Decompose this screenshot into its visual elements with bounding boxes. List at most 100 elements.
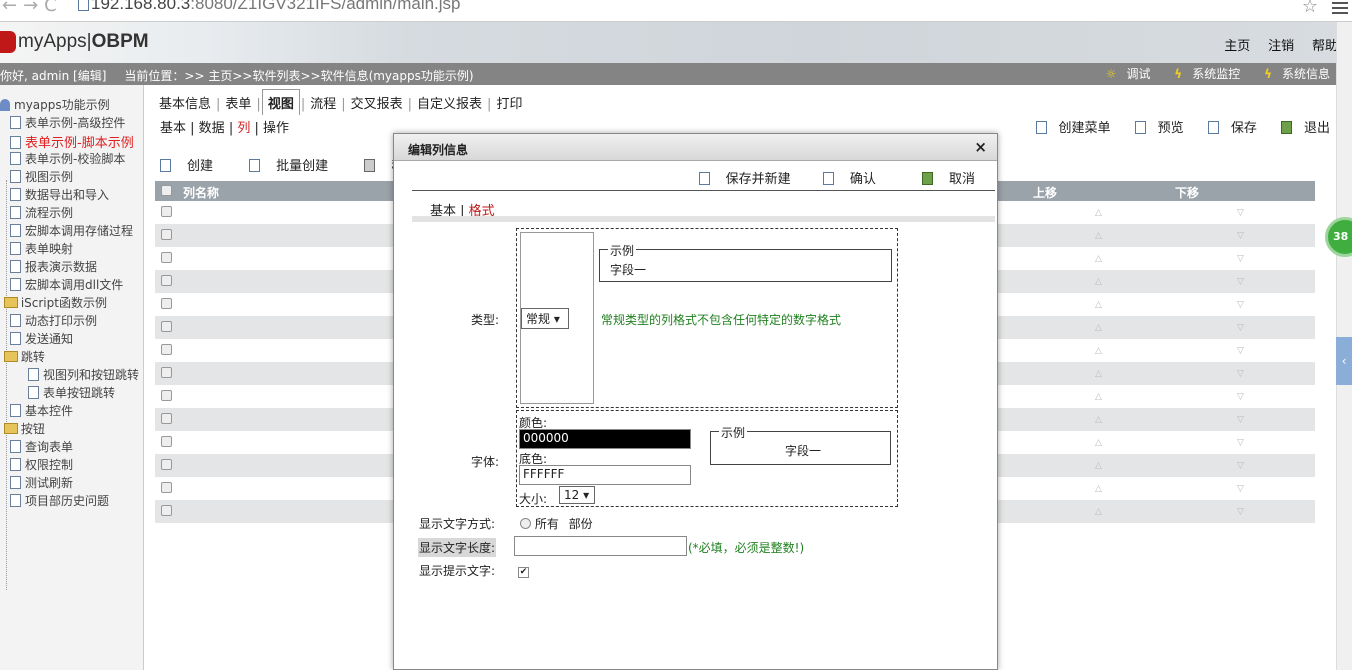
move-up-icon[interactable]: △ — [1095, 461, 1102, 471]
tree-root[interactable]: myapps功能示例 — [0, 96, 110, 114]
move-down-icon[interactable]: ▽ — [1237, 346, 1244, 356]
subtab-action[interactable]: 操作 — [263, 121, 289, 136]
row-checkbox[interactable] — [161, 321, 172, 332]
row-checkbox[interactable] — [161, 344, 172, 355]
tree-item[interactable]: 查询表单 — [10, 438, 73, 456]
batch-create-button[interactable]: 批量创建 — [249, 159, 344, 174]
status-badge[interactable]: 38 — [1325, 217, 1352, 257]
create-button[interactable]: 创建 — [160, 159, 229, 174]
save-and-new-button[interactable]: 保存并新建 — [685, 172, 791, 187]
row-checkbox[interactable] — [161, 482, 172, 493]
tab-form[interactable]: 表单 — [221, 90, 255, 115]
tree-item-selected[interactable]: 表单示例-脚本示例 — [10, 132, 134, 151]
row-checkbox[interactable] — [161, 229, 172, 240]
move-down-icon[interactable]: ▽ — [1237, 484, 1244, 494]
tree-item[interactable]: 流程示例 — [10, 204, 73, 222]
confirm-button[interactable]: 确认 — [809, 172, 876, 187]
row-checkbox[interactable] — [161, 252, 172, 263]
close-icon[interactable]: × — [974, 138, 987, 156]
move-down-icon[interactable]: ▽ — [1237, 507, 1244, 517]
url-field[interactable]: 192.168.80.3:8080/Z1IGV321IFS/admin/main… — [78, 0, 461, 14]
nav-help-link[interactable]: 帮助 — [1312, 39, 1338, 54]
subtab-data[interactable]: 数据 — [199, 121, 225, 136]
move-down-icon[interactable]: ▽ — [1237, 415, 1244, 425]
tree-folder[interactable]: 按钮 — [0, 420, 45, 438]
subtab-column[interactable]: 列 — [237, 121, 250, 136]
color-input[interactable]: 000000 — [519, 429, 691, 449]
exit-button[interactable]: 退出 — [1271, 121, 1330, 136]
tree-item[interactable]: 权限控制 — [10, 456, 73, 474]
system-monitor-link[interactable]: ϟ 系统监控 — [1164, 67, 1240, 81]
row-checkbox[interactable] — [161, 206, 172, 217]
type-select[interactable]: 常规 ▾ — [521, 308, 569, 329]
browser-menu-icon[interactable] — [1332, 2, 1348, 14]
move-down-icon[interactable]: ▽ — [1237, 254, 1244, 264]
side-panel-handle[interactable]: ‹ — [1336, 337, 1352, 385]
tree-item[interactable]: 测试刷新 — [10, 474, 73, 492]
tab-view[interactable]: 视图 — [261, 89, 300, 115]
tree-item[interactable]: 宏脚本调用dll文件 — [10, 276, 123, 294]
tree-item[interactable]: 表单按钮跳转 — [28, 384, 115, 402]
move-down-icon[interactable]: ▽ — [1237, 208, 1244, 218]
move-up-icon[interactable]: △ — [1095, 254, 1102, 264]
move-up-icon[interactable]: △ — [1095, 415, 1102, 425]
move-down-icon[interactable]: ▽ — [1237, 231, 1244, 241]
move-up-icon[interactable]: △ — [1095, 369, 1102, 379]
move-up-icon[interactable]: △ — [1095, 231, 1102, 241]
move-down-icon[interactable]: ▽ — [1237, 300, 1244, 310]
radio-part[interactable]: 部份 — [569, 517, 593, 531]
nav-home-link[interactable]: 主页 — [1224, 39, 1250, 54]
create-menu-button[interactable]: 创建菜单 — [1026, 121, 1111, 136]
tree-item[interactable]: 表单示例-校验脚本 — [10, 150, 125, 168]
tab-print[interactable]: 打印 — [492, 90, 526, 115]
tree-item[interactable]: 报表演示数据 — [10, 258, 97, 276]
move-up-icon[interactable]: △ — [1095, 208, 1102, 218]
tab-cross-report[interactable]: 交叉报表 — [347, 90, 407, 115]
move-down-icon[interactable]: ▽ — [1237, 461, 1244, 471]
move-down-icon[interactable]: ▽ — [1237, 369, 1244, 379]
move-down-icon[interactable]: ▽ — [1237, 277, 1244, 287]
move-up-icon[interactable]: △ — [1095, 300, 1102, 310]
display-tip-checkbox[interactable]: ✔ — [518, 562, 529, 578]
tree-item[interactable]: 表单映射 — [10, 240, 73, 258]
bg-color-input[interactable]: FFFFFF — [519, 465, 691, 485]
tree-item[interactable]: 数据导出和导入 — [10, 186, 109, 204]
size-select[interactable]: 12 ▾ — [559, 486, 595, 504]
subtab-basic[interactable]: 基本 — [160, 121, 186, 136]
user-greeting[interactable]: 你好, admin [编辑] — [0, 69, 106, 83]
tree-item[interactable]: 表单示例-高级控件 — [10, 114, 125, 132]
row-checkbox[interactable] — [161, 436, 172, 447]
row-checkbox[interactable] — [161, 413, 172, 424]
row-checkbox[interactable] — [161, 505, 172, 516]
tree-item[interactable]: 发送通知 — [10, 330, 73, 348]
move-up-icon[interactable]: △ — [1095, 484, 1102, 494]
system-info-link[interactable]: ϟ 系统信息 — [1254, 67, 1330, 81]
tree-item[interactable]: 视图示例 — [10, 168, 73, 186]
move-down-icon[interactable]: ▽ — [1237, 323, 1244, 333]
bookmark-star-icon[interactable]: ☆ — [1302, 0, 1318, 17]
display-length-input[interactable] — [514, 536, 687, 556]
select-all-checkbox[interactable] — [161, 185, 172, 196]
tree-item[interactable]: 视图列和按钮跳转 — [28, 366, 139, 384]
tree-folder[interactable]: 跳转 — [0, 348, 45, 366]
tree-item[interactable]: 基本控件 — [10, 402, 73, 420]
nav-logout-link[interactable]: 注销 — [1268, 39, 1294, 54]
save-button[interactable]: 保存 — [1198, 121, 1257, 136]
row-checkbox[interactable] — [161, 390, 172, 401]
move-up-icon[interactable]: △ — [1095, 438, 1102, 448]
row-checkbox[interactable] — [161, 459, 172, 470]
tree-folder[interactable]: iScript函数示例 — [0, 294, 107, 312]
browser-nav-icons[interactable]: ←→C — [2, 0, 63, 16]
tree-item[interactable]: 动态打印示例 — [10, 312, 97, 330]
preview-button[interactable]: 预览 — [1125, 121, 1184, 136]
row-checkbox[interactable] — [161, 298, 172, 309]
row-checkbox[interactable] — [161, 367, 172, 378]
cancel-button[interactable]: 取消 — [908, 172, 975, 187]
tab-custom-report[interactable]: 自定义报表 — [413, 90, 486, 115]
move-up-icon[interactable]: △ — [1095, 507, 1102, 517]
move-up-icon[interactable]: △ — [1095, 277, 1102, 287]
move-up-icon[interactable]: △ — [1095, 323, 1102, 333]
move-down-icon[interactable]: ▽ — [1237, 392, 1244, 402]
row-checkbox[interactable] — [161, 275, 172, 286]
move-up-icon[interactable]: △ — [1095, 392, 1102, 402]
